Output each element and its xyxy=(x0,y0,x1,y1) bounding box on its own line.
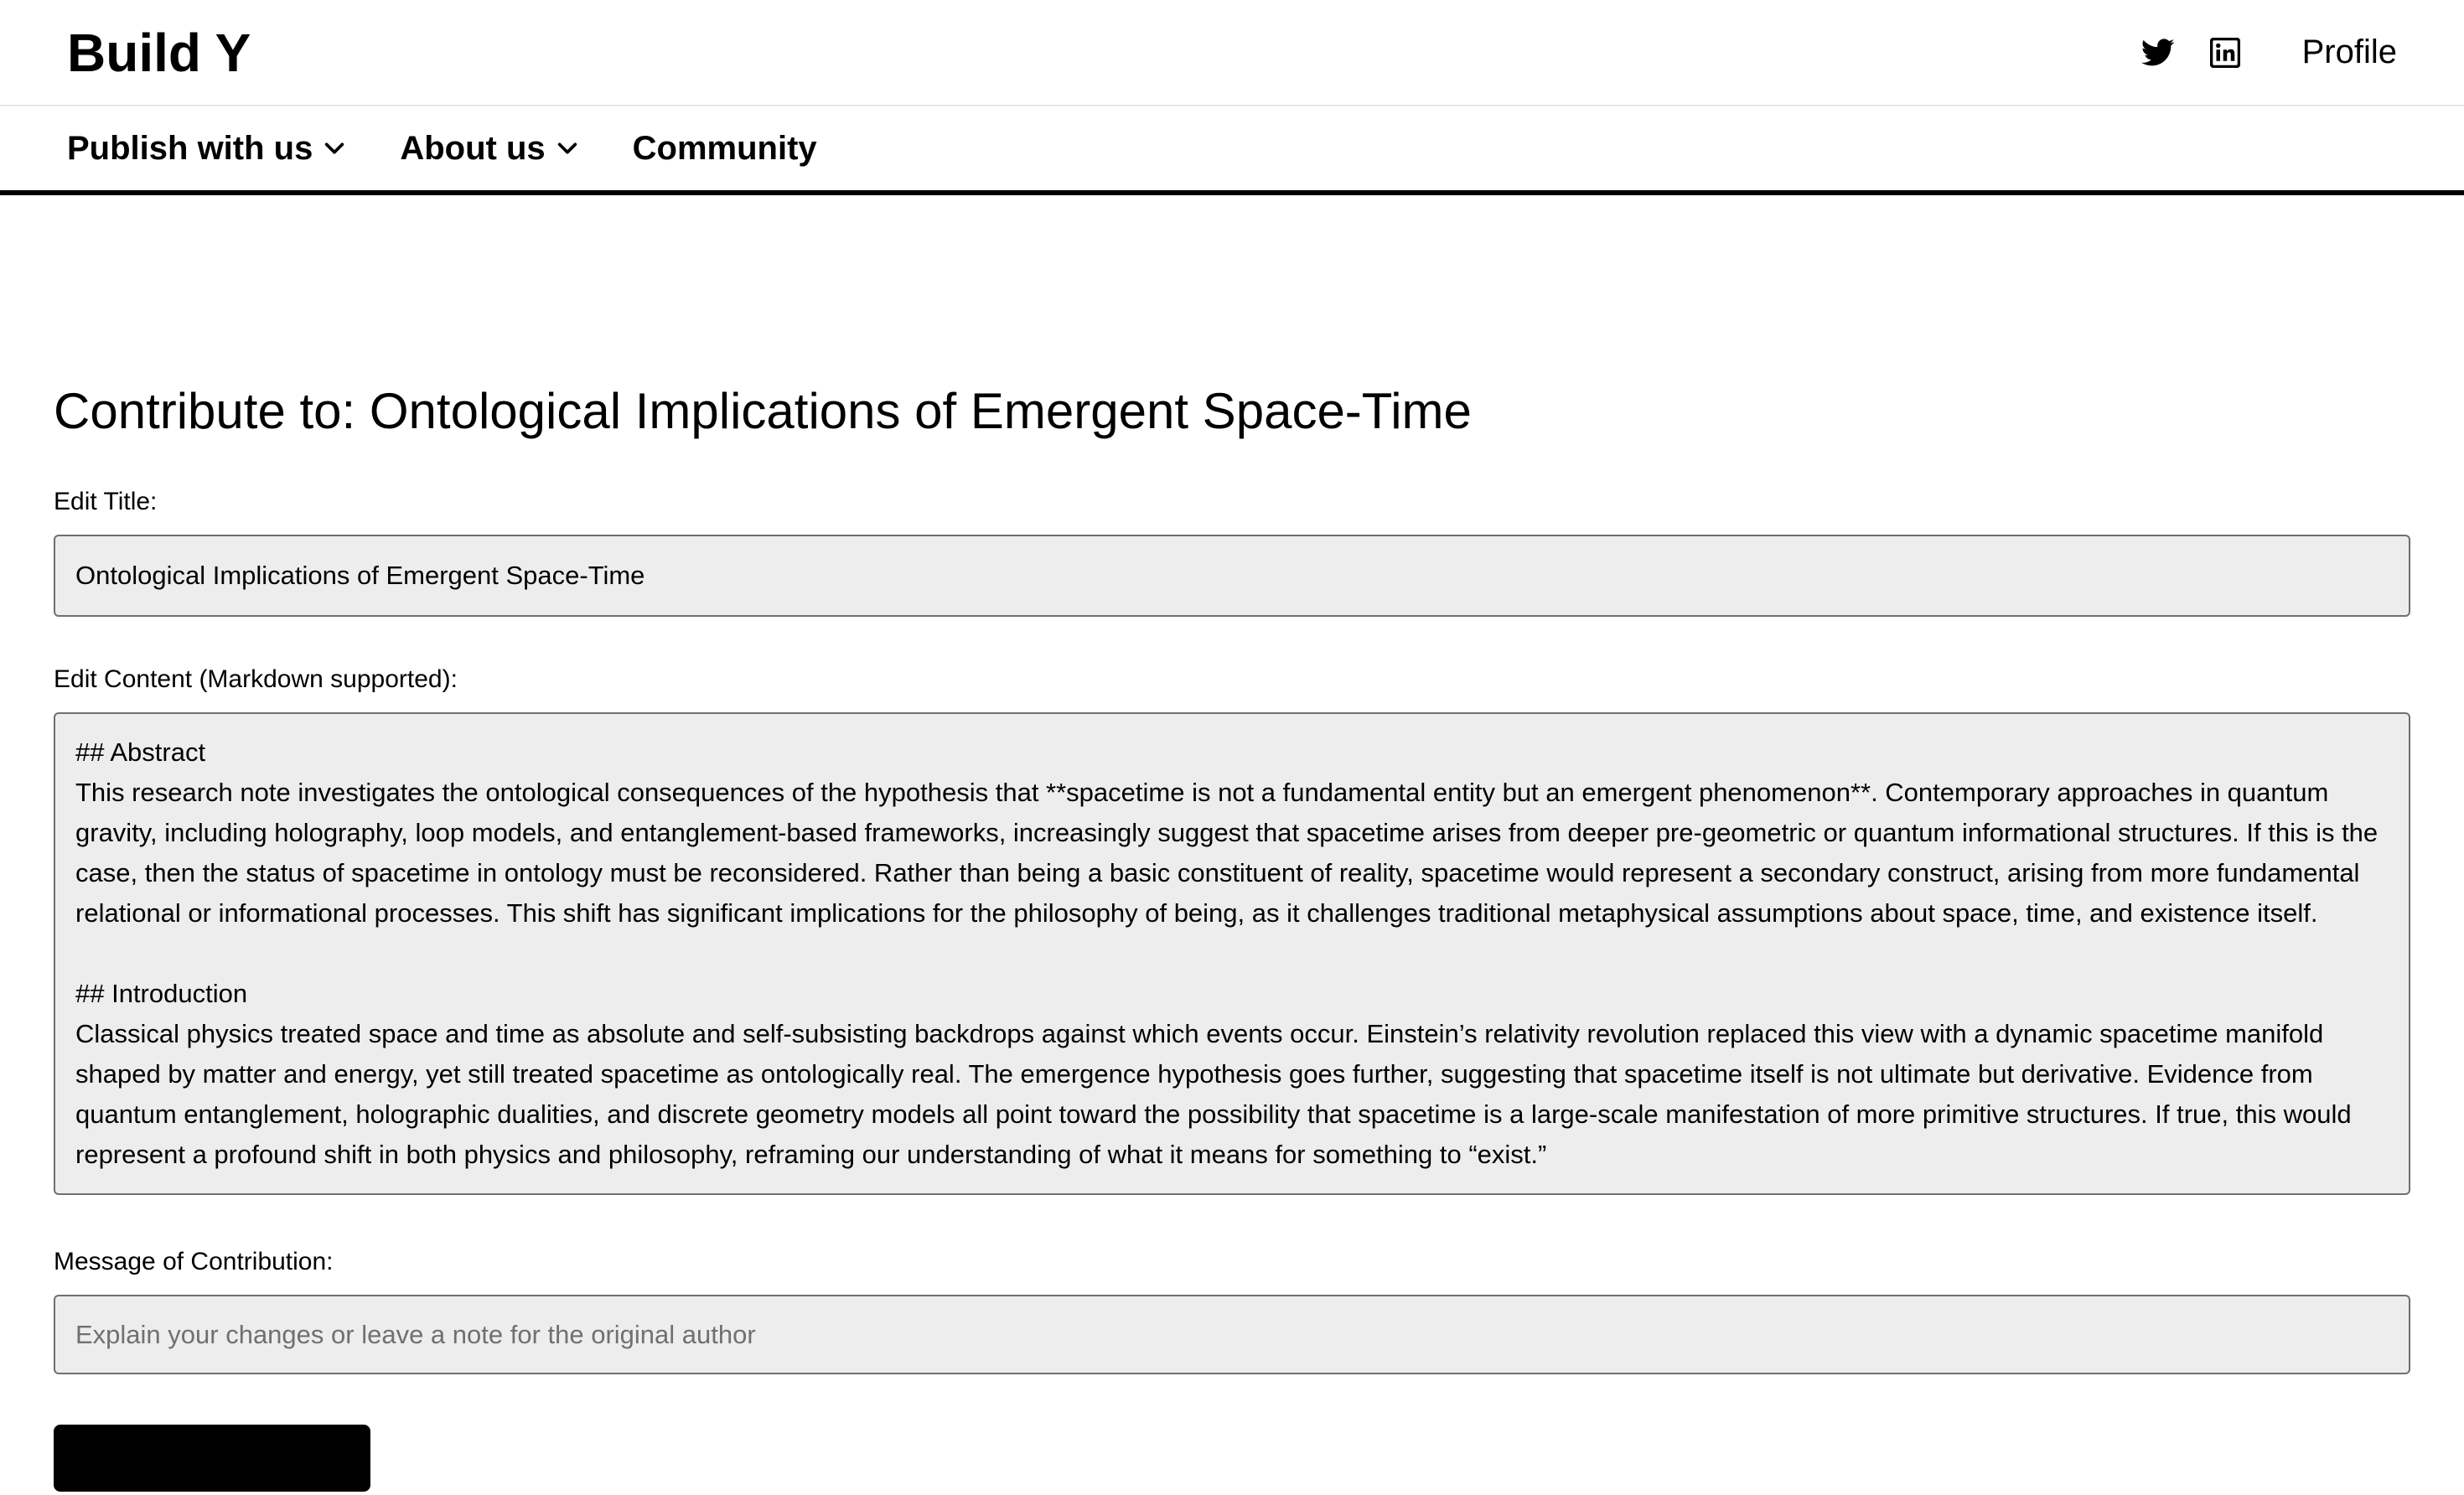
site-logo[interactable]: Build Y xyxy=(67,22,251,84)
chevron-down-icon xyxy=(557,142,577,154)
nav-community[interactable]: Community xyxy=(633,130,817,168)
nav-publish-with-us[interactable]: Publish with us xyxy=(67,130,346,168)
message-input[interactable] xyxy=(54,1295,2410,1374)
submit-button[interactable] xyxy=(54,1425,370,1492)
twitter-icon[interactable] xyxy=(2140,36,2175,70)
content-textarea[interactable]: ## Abstract This research note investiga… xyxy=(54,712,2410,1195)
message-label: Message of Contribution: xyxy=(54,1248,334,1275)
main-nav: Publish with us About us Community xyxy=(0,106,2464,195)
header-actions: Profile xyxy=(2140,34,2397,71)
nav-publish-label: Publish with us xyxy=(67,129,313,167)
title-input[interactable] xyxy=(54,535,2410,617)
contribute-form: Contribute to: Ontological Implications … xyxy=(0,195,2464,1495)
chevron-down-icon xyxy=(325,142,344,154)
linkedin-icon[interactable] xyxy=(2208,36,2242,70)
nav-about-label: About us xyxy=(400,129,546,167)
content-label: Edit Content (Markdown supported): xyxy=(54,665,458,693)
nav-community-label: Community xyxy=(632,129,817,167)
title-label: Edit Title: xyxy=(54,488,158,515)
nav-about-us[interactable]: About us xyxy=(400,130,578,168)
top-header: Build Y Profile xyxy=(0,0,2464,106)
profile-link[interactable]: Profile xyxy=(2302,34,2397,71)
page-title: Contribute to: Ontological Implications … xyxy=(54,383,1472,439)
